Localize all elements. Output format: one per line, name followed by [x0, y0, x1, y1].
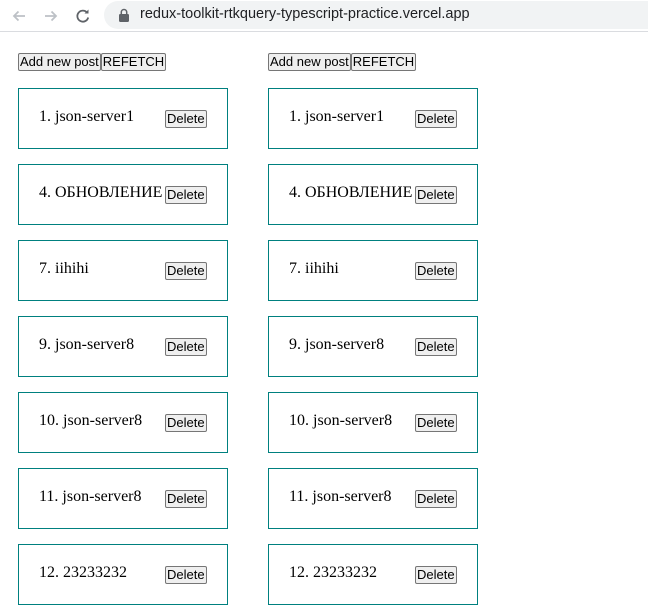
add-new-post-button[interactable]: Add new post: [18, 53, 101, 71]
delete-button[interactable]: Delete: [415, 338, 457, 356]
post-title: 7. iihihi: [39, 260, 89, 277]
post-column-1: Add new post REFETCH 1. json-server1 Del…: [18, 53, 228, 605]
post-card: 1. json-server1 Delete: [268, 88, 478, 149]
post-title: 9. json-server8: [289, 336, 385, 353]
forward-arrow-icon[interactable]: [40, 5, 62, 27]
delete-button[interactable]: Delete: [415, 262, 457, 280]
post-title: 12. 23233232: [39, 564, 127, 581]
delete-button[interactable]: Delete: [165, 186, 207, 204]
post-title: 7. iihihi: [289, 260, 339, 277]
delete-button[interactable]: Delete: [415, 186, 457, 204]
post-card: 12. 23233232 Delete: [268, 544, 478, 605]
post-card: 11. json-server8 Delete: [18, 468, 228, 529]
lock-icon: [119, 8, 129, 22]
post-toolbar: Add new post REFETCH: [268, 53, 478, 73]
post-card: 12. 23233232 Delete: [18, 544, 228, 605]
delete-button[interactable]: Delete: [165, 110, 207, 128]
delete-button[interactable]: Delete: [415, 110, 457, 128]
post-card: 4. ОБНОВЛЕНИЕ Delete: [18, 164, 228, 225]
refetch-button[interactable]: REFETCH: [100, 53, 167, 71]
post-title: 4. ОБНОВЛЕНИЕ: [39, 184, 163, 201]
post-title: 1. json-server1: [39, 108, 135, 125]
post-card: 7. iihihi Delete: [268, 240, 478, 301]
add-new-post-button[interactable]: Add new post: [268, 53, 351, 71]
refetch-button[interactable]: REFETCH: [350, 53, 417, 71]
post-toolbar: Add new post REFETCH: [18, 53, 228, 73]
post-card: 7. iihihi Delete: [18, 240, 228, 301]
post-title: 10. json-server8: [39, 412, 143, 429]
address-bar[interactable]: redux-toolkit-rtkquery-typescript-practi…: [104, 1, 648, 29]
delete-button[interactable]: Delete: [415, 566, 457, 584]
url-text: redux-toolkit-rtkquery-typescript-practi…: [140, 6, 470, 22]
post-card: 11. json-server8 Delete: [268, 468, 478, 529]
delete-button[interactable]: Delete: [415, 490, 457, 508]
back-arrow-icon[interactable]: [8, 5, 30, 27]
post-title: 11. json-server8: [289, 488, 392, 505]
delete-button[interactable]: Delete: [415, 414, 457, 432]
browser-toolbar: redux-toolkit-rtkquery-typescript-practi…: [0, 0, 648, 32]
delete-button[interactable]: Delete: [165, 262, 207, 280]
post-card: 1. json-server1 Delete: [18, 88, 228, 149]
post-title: 10. json-server8: [289, 412, 393, 429]
post-title: 11. json-server8: [39, 488, 142, 505]
post-card: 9. json-server8 Delete: [268, 316, 478, 377]
post-card: 9. json-server8 Delete: [18, 316, 228, 377]
post-title: 4. ОБНОВЛЕНИЕ: [289, 184, 413, 201]
delete-button[interactable]: Delete: [165, 566, 207, 584]
post-title: 1. json-server1: [289, 108, 385, 125]
post-title: 9. json-server8: [39, 336, 135, 353]
post-title: 12. 23233232: [289, 564, 377, 581]
post-card: 10. json-server8 Delete: [18, 392, 228, 453]
post-card: 10. json-server8 Delete: [268, 392, 478, 453]
post-card: 4. ОБНОВЛЕНИЕ Delete: [268, 164, 478, 225]
post-column-2: Add new post REFETCH 1. json-server1 Del…: [268, 53, 478, 605]
delete-button[interactable]: Delete: [165, 338, 207, 356]
reload-icon[interactable]: [72, 5, 94, 27]
delete-button[interactable]: Delete: [165, 490, 207, 508]
delete-button[interactable]: Delete: [165, 414, 207, 432]
